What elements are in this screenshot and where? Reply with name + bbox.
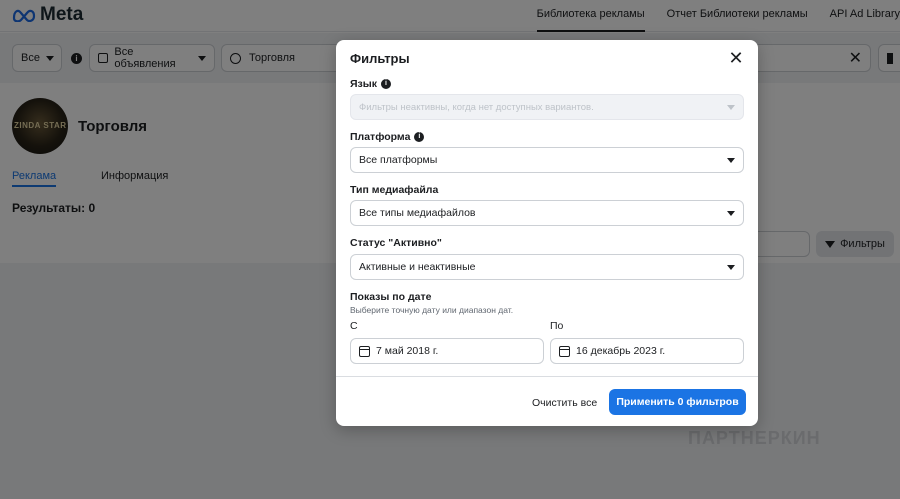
active-status-select-value: Активные и неактивные — [359, 261, 476, 273]
chevron-down-icon — [727, 264, 735, 270]
date-from-field[interactable]: 7 май 2018 г. — [350, 338, 544, 364]
chevron-down-icon — [727, 157, 735, 163]
chevron-down-icon — [727, 104, 735, 110]
media-type-select[interactable]: Все типы медиафайлов — [350, 200, 744, 226]
dialog-title: Фильтры — [350, 51, 410, 66]
filters-dialog: Фильтры ✕ Язык i Фильтры неактивны, когд… — [336, 40, 758, 426]
date-hint: Выберите точную дату или диапазон дат. — [350, 305, 514, 315]
platform-select-value: Все платформы — [359, 154, 438, 166]
calendar-icon — [359, 345, 370, 357]
info-icon[interactable]: i — [414, 132, 425, 142]
apply-filters-button[interactable]: Применить 0 фильтров — [609, 389, 746, 415]
info-icon[interactable]: i — [381, 79, 391, 89]
date-to-field[interactable]: 16 декабрь 2023 г. — [550, 338, 744, 364]
close-icon[interactable]: ✕ — [726, 49, 746, 69]
clear-all-button[interactable]: Очистить все — [524, 390, 605, 416]
impressions-date-label: Показы по дате — [350, 291, 432, 303]
language-select: Фильтры неактивны, когда нет доступных в… — [350, 94, 744, 120]
calendar-icon — [559, 345, 570, 357]
platform-select[interactable]: Все платформы — [350, 147, 744, 173]
chevron-down-icon — [727, 210, 735, 216]
language-label: Язык i — [350, 78, 391, 90]
active-status-label: Статус "Активно" — [350, 237, 442, 249]
footer-divider — [336, 376, 758, 377]
platform-label: Платформа i — [350, 131, 425, 143]
active-status-select[interactable]: Активные и неактивные — [350, 254, 744, 280]
date-from-label: С — [350, 320, 358, 332]
date-to-label: По — [550, 320, 564, 332]
date-to-value: 16 декабрь 2023 г. — [576, 345, 666, 357]
media-type-label: Тип медиафайла — [350, 184, 439, 196]
media-type-select-value: Все типы медиафайлов — [359, 207, 476, 219]
language-select-value: Фильтры неактивны, когда нет доступных в… — [359, 101, 594, 113]
date-from-value: 7 май 2018 г. — [376, 345, 439, 357]
